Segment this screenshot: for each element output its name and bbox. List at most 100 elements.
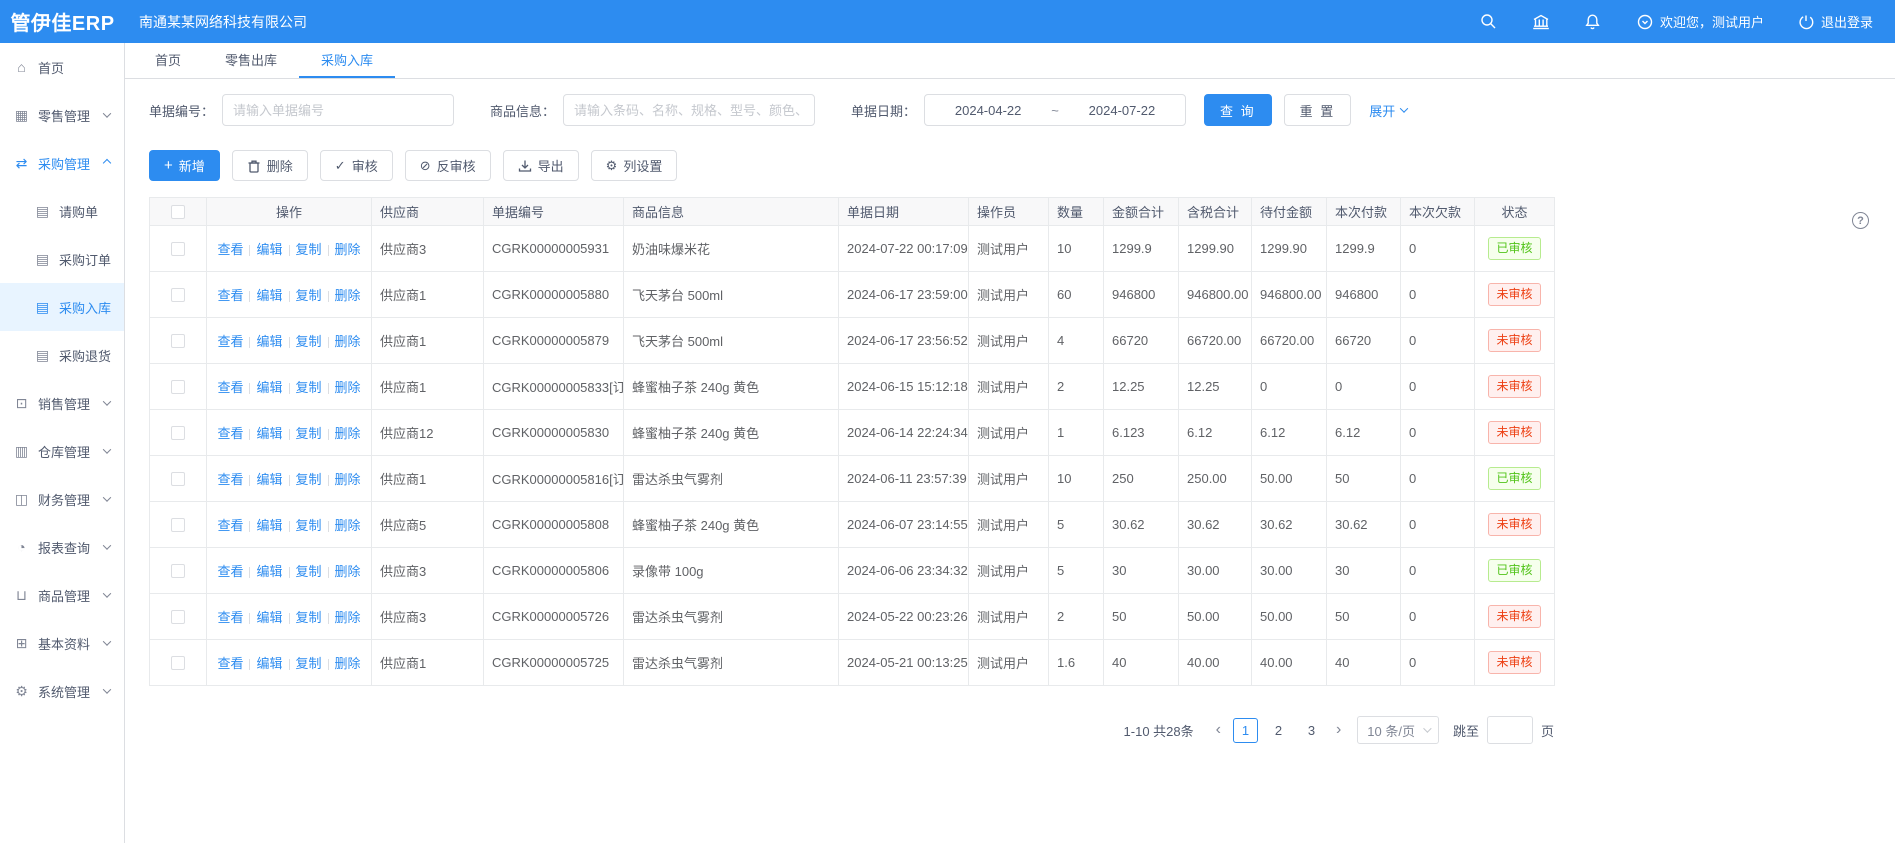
row-checkbox[interactable] bbox=[171, 472, 185, 486]
sidebar-item[interactable]: ◔ 报表查询 bbox=[0, 523, 124, 571]
view-link[interactable]: 查看 bbox=[217, 472, 243, 487]
copy-link[interactable]: 复制 bbox=[296, 564, 322, 579]
product-info-input[interactable] bbox=[563, 94, 815, 126]
delete-link[interactable]: 删除 bbox=[335, 656, 361, 671]
copy-link[interactable]: 复制 bbox=[296, 518, 322, 533]
copy-link[interactable]: 复制 bbox=[296, 472, 322, 487]
delete-link[interactable]: 删除 bbox=[335, 472, 361, 487]
page-number-button[interactable]: 1 bbox=[1233, 718, 1258, 743]
edit-link[interactable]: 编辑 bbox=[256, 656, 282, 671]
page-size-select[interactable]: 10 条/页 bbox=[1357, 716, 1439, 744]
cell-paid: 50 bbox=[1327, 456, 1401, 502]
divider bbox=[328, 429, 329, 440]
row-checkbox[interactable] bbox=[171, 334, 185, 348]
edit-link[interactable]: 编辑 bbox=[256, 564, 282, 579]
sidebar-item[interactable]: ⊡ 销售管理 bbox=[0, 379, 124, 427]
copy-link[interactable]: 复制 bbox=[296, 288, 322, 303]
row-checkbox[interactable] bbox=[171, 518, 185, 532]
help-icon[interactable]: ? bbox=[1852, 212, 1869, 229]
sidebar-item[interactable]: ⊔ 商品管理 bbox=[0, 571, 124, 619]
copy-link[interactable]: 复制 bbox=[296, 426, 322, 441]
view-link[interactable]: 查看 bbox=[217, 656, 243, 671]
delete-link[interactable]: 删除 bbox=[335, 334, 361, 349]
row-checkbox[interactable] bbox=[171, 564, 185, 578]
tab[interactable]: 采购入库 bbox=[299, 43, 395, 78]
expand-link[interactable]: 展开 bbox=[1369, 101, 1407, 120]
copy-link[interactable]: 复制 bbox=[296, 610, 322, 625]
view-link[interactable]: 查看 bbox=[217, 564, 243, 579]
delete-link[interactable]: 删除 bbox=[335, 242, 361, 257]
view-link[interactable]: 查看 bbox=[217, 426, 243, 441]
order-no-input[interactable] bbox=[222, 94, 454, 126]
view-link[interactable]: 查看 bbox=[217, 288, 243, 303]
edit-link[interactable]: 编辑 bbox=[256, 426, 282, 441]
view-link[interactable]: 查看 bbox=[217, 334, 243, 349]
edit-link[interactable]: 编辑 bbox=[256, 380, 282, 395]
welcome-user[interactable]: 欢迎您，测试用户 bbox=[1637, 12, 1764, 31]
sidebar-item[interactable]: ◫ 财务管理 bbox=[0, 475, 124, 523]
column-settings-button[interactable]: ⚙ 列设置 bbox=[591, 150, 678, 181]
row-checkbox[interactable] bbox=[171, 610, 185, 624]
delete-link[interactable]: 删除 bbox=[335, 380, 361, 395]
sidebar-item[interactable]: ▤ 请购单 bbox=[0, 187, 124, 235]
date-from[interactable]: 2024-04-22 bbox=[955, 103, 1022, 118]
tab[interactable]: 零售出库 bbox=[203, 43, 299, 78]
sidebar-item[interactable]: ⇄ 采购管理 bbox=[0, 139, 124, 187]
view-link[interactable]: 查看 bbox=[217, 380, 243, 395]
copy-link[interactable]: 复制 bbox=[296, 334, 322, 349]
delete-button[interactable]: 删除 bbox=[232, 150, 308, 181]
copy-link[interactable]: 复制 bbox=[296, 656, 322, 671]
add-button[interactable]: + 新增 bbox=[149, 150, 220, 181]
page-number-button[interactable]: 2 bbox=[1266, 718, 1291, 743]
plus-icon: + bbox=[164, 157, 173, 174]
sidebar-item[interactable]: ⊞ 基本资料 bbox=[0, 619, 124, 667]
delete-link[interactable]: 删除 bbox=[335, 564, 361, 579]
sidebar-item[interactable]: ⌂ 首页 bbox=[0, 43, 124, 91]
account-set-icon[interactable] bbox=[1531, 12, 1551, 32]
reset-button[interactable]: 重 置 bbox=[1284, 94, 1352, 126]
logout-button[interactable]: 退出登录 bbox=[1798, 12, 1873, 31]
search-icon[interactable] bbox=[1479, 12, 1499, 32]
next-page-button[interactable]: › bbox=[1328, 721, 1349, 739]
delete-link[interactable]: 删除 bbox=[335, 288, 361, 303]
edit-link[interactable]: 编辑 bbox=[256, 288, 282, 303]
row-checkbox[interactable] bbox=[171, 288, 185, 302]
sidebar-item[interactable]: ▤ 采购订单 bbox=[0, 235, 124, 283]
prev-page-button[interactable]: ‹ bbox=[1208, 721, 1229, 739]
edit-link[interactable]: 编辑 bbox=[256, 518, 282, 533]
table-row: 查看编辑复制删除 供应商12 CGRK00000005830 蜂蜜柚子茶 240… bbox=[150, 410, 1555, 456]
edit-link[interactable]: 编辑 bbox=[256, 610, 282, 625]
sidebar-item[interactable]: ▦ 零售管理 bbox=[0, 91, 124, 139]
sidebar-item[interactable]: ⚙ 系统管理 bbox=[0, 667, 124, 715]
delete-link[interactable]: 删除 bbox=[335, 426, 361, 441]
copy-link[interactable]: 复制 bbox=[296, 242, 322, 257]
edit-link[interactable]: 编辑 bbox=[256, 242, 282, 257]
view-link[interactable]: 查看 bbox=[217, 518, 243, 533]
view-link[interactable]: 查看 bbox=[217, 242, 243, 257]
delete-link[interactable]: 删除 bbox=[335, 518, 361, 533]
row-checkbox[interactable] bbox=[171, 656, 185, 670]
search-button[interactable]: 查 询 bbox=[1204, 94, 1272, 126]
jump-to-page-input[interactable] bbox=[1487, 716, 1533, 744]
row-checkbox[interactable] bbox=[171, 426, 185, 440]
sidebar-item[interactable]: ▤ 采购入库 bbox=[0, 283, 124, 331]
page-number-button[interactable]: 3 bbox=[1299, 718, 1324, 743]
delete-link[interactable]: 删除 bbox=[335, 610, 361, 625]
sidebar-item[interactable]: ▥ 仓库管理 bbox=[0, 427, 124, 475]
tab[interactable]: 首页 bbox=[133, 43, 203, 78]
date-range-picker[interactable]: 2024-04-22 ~ 2024-07-22 bbox=[924, 94, 1186, 126]
row-checkbox[interactable] bbox=[171, 380, 185, 394]
cell-qty: 1.6 bbox=[1049, 640, 1104, 686]
edit-link[interactable]: 编辑 bbox=[256, 334, 282, 349]
edit-link[interactable]: 编辑 bbox=[256, 472, 282, 487]
select-all-checkbox[interactable] bbox=[171, 205, 185, 219]
notification-bell-icon[interactable] bbox=[1583, 12, 1603, 32]
view-link[interactable]: 查看 bbox=[217, 610, 243, 625]
row-checkbox[interactable] bbox=[171, 242, 185, 256]
export-button[interactable]: 导出 bbox=[503, 150, 579, 181]
date-to[interactable]: 2024-07-22 bbox=[1089, 103, 1156, 118]
audit-button[interactable]: ✓ 审核 bbox=[320, 150, 393, 181]
copy-link[interactable]: 复制 bbox=[296, 380, 322, 395]
unaudit-button[interactable]: ⊘ 反审核 bbox=[405, 150, 491, 181]
sidebar-item[interactable]: ▤ 采购退货 bbox=[0, 331, 124, 379]
